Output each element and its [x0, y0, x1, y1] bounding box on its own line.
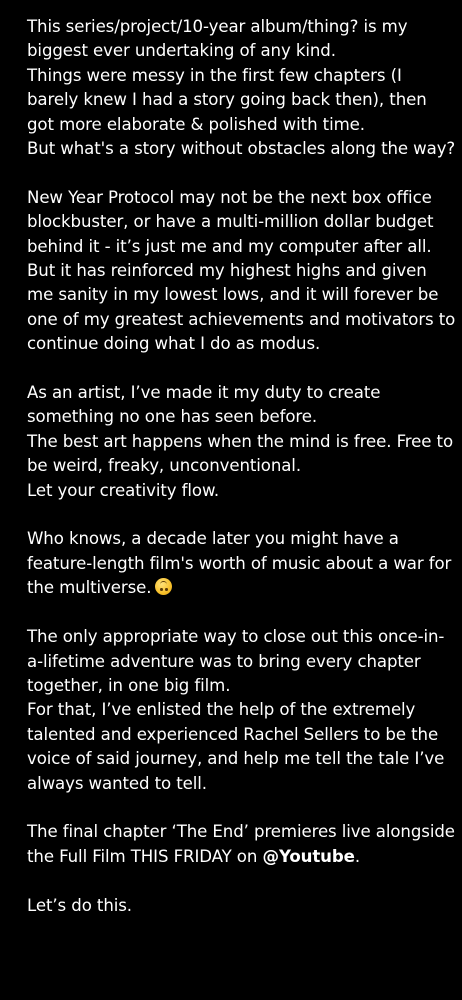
post-line: As an artist, I’ve made it my duty to cr…	[27, 383, 381, 427]
post-line: The only appropriate way to close out th…	[27, 627, 445, 695]
paragraph-2: New Year Protocol may not be the next bo…	[27, 186, 457, 357]
post-text-end: .	[354, 846, 361, 866]
post-line: New Year Protocol may not be the next bo…	[27, 187, 434, 256]
paragraph-6: The final chapter ‘The End’ premieres li…	[27, 820, 457, 869]
post-line: Who knows, a decade later you might have…	[27, 527, 457, 600]
paragraph-5: The only appropriate way to close out th…	[27, 625, 457, 796]
paragraph-1: This series/project/10-year album/thing?…	[27, 15, 457, 161]
paragraph-3: As an artist, I’ve made it my duty to cr…	[27, 381, 457, 503]
post-line: But it has reinforced my highest highs a…	[27, 261, 456, 354]
youtube-mention-link[interactable]: @Youtube	[262, 847, 354, 866]
upside-down-face-emoji-icon	[155, 578, 173, 596]
post-line: The best art happens when the mind is fr…	[27, 431, 454, 476]
post-line: Things were messy in the first few chapt…	[27, 65, 427, 134]
paragraph-4: Who knows, a decade later you might have…	[27, 527, 457, 600]
post-text: The final chapter ‘The End’ premieres li…	[27, 822, 455, 866]
paragraph-7: Let’s do this.	[27, 894, 457, 918]
post-line: Let your creativity flow.	[27, 480, 220, 500]
post-body: This series/project/10-year album/thing?…	[27, 15, 457, 918]
post-line: This series/project/10-year album/thing?…	[27, 17, 408, 61]
post-line: But what's a story without obstacles alo…	[27, 139, 456, 159]
post-line: For that, I’ve enlisted the help of the …	[27, 700, 445, 793]
post-text: Who knows, a decade later you might have…	[27, 529, 452, 598]
post-line: Let’s do this.	[27, 895, 132, 915]
post-line: The final chapter ‘The End’ premieres li…	[27, 820, 457, 869]
